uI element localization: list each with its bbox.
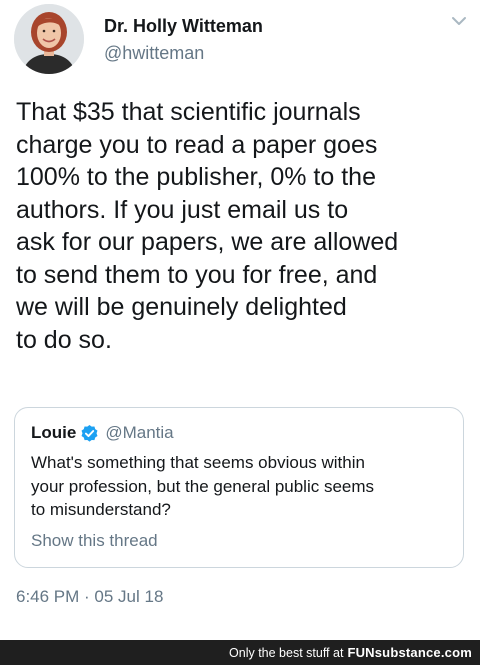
quoted-author-handle: @Mantia — [105, 423, 174, 442]
quoted-author-name: Louie — [31, 423, 77, 442]
tweet-timestamp[interactable]: 6:46 PM · 05 Jul 18 — [16, 587, 163, 607]
quoted-tweet-text: What's something that seems obvious with… — [31, 453, 375, 519]
chevron-down-icon[interactable] — [450, 14, 468, 28]
watermark-bar: Only the best stuff at FUNsubstance.com — [0, 640, 480, 665]
author-handle[interactable]: @hwitteman — [104, 43, 204, 64]
quoted-tweet[interactable]: Louie @Mantia What's something that seem… — [14, 407, 464, 568]
tweet-text: That $35 that scientific journals charge… — [16, 98, 399, 354]
tweet-page: Dr. Holly Witteman @hwitteman That $35 t… — [0, 0, 480, 665]
avatar[interactable] — [14, 4, 84, 74]
show-thread-link[interactable]: Show this thread — [31, 531, 158, 551]
verified-badge-icon — [80, 424, 99, 443]
watermark-tagline: Only the best stuff at — [229, 645, 344, 660]
quoted-tweet-header: Louie @Mantia — [31, 421, 174, 445]
watermark-logo: FUNsubstance.com — [347, 645, 472, 660]
author-name[interactable]: Dr. Holly Witteman — [104, 16, 263, 37]
